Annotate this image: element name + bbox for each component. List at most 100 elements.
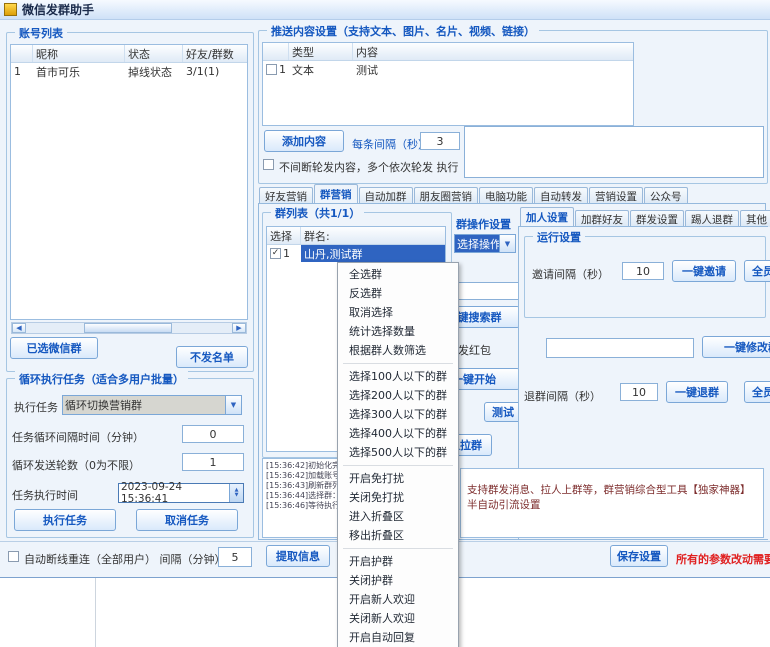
table-row[interactable]: 1 文本 测试 xyxy=(263,61,633,78)
group-row-index: 1 xyxy=(283,247,290,260)
tab-member-1[interactable]: 加人设置 xyxy=(520,207,574,227)
account-table-header: 昵称 状态 好友/群数 xyxy=(11,45,247,63)
menu-item[interactable]: 开启自动回复 xyxy=(338,628,458,647)
tab-member-3[interactable]: 群发设置 xyxy=(630,210,684,227)
content-row-type: 文本 xyxy=(289,62,353,78)
group-col-select: 选择 xyxy=(267,227,301,244)
scroll-thumb[interactable] xyxy=(84,323,172,333)
tab-main-2[interactable]: 群营销 xyxy=(314,184,358,204)
menu-item[interactable]: 统计选择数量 xyxy=(338,322,458,341)
task-time-value: 2023-09-24 15:36:41 xyxy=(119,481,229,505)
task-interval-label: 任务循环间隔时间（分钟） xyxy=(12,429,144,445)
content-row-content: 测试 xyxy=(353,62,633,78)
gap-input[interactable]: 3 xyxy=(420,132,460,150)
account-col-counts: 好友/群数 xyxy=(183,45,245,62)
task-time-input[interactable]: 2023-09-24 15:36:41 ▲▼ xyxy=(118,483,244,503)
tab-member-5[interactable]: 其他 xyxy=(740,210,770,227)
auto-reconnect-checkbox[interactable] xyxy=(8,551,19,562)
menu-item[interactable]: 关闭新人欢迎 xyxy=(338,609,458,628)
account-table[interactable]: 昵称 状态 好友/群数 1 首市可乐 掉线状态 3/1(1) xyxy=(10,44,248,320)
save-settings-button[interactable]: 保存设置 xyxy=(610,545,668,567)
task-select[interactable]: 循环切换营销群 ▼ xyxy=(62,395,242,415)
rename-input[interactable] xyxy=(546,338,694,358)
menu-item[interactable]: 反选群 xyxy=(338,284,458,303)
group-ops-select[interactable]: 选择操作 ▼ xyxy=(454,234,516,253)
quit-interval-label: 退群间隔（秒） xyxy=(524,388,601,404)
menu-item[interactable]: 开启新人欢迎 xyxy=(338,590,458,609)
loop-send-checkbox[interactable] xyxy=(263,159,274,170)
account-col-status: 状态 xyxy=(125,45,183,62)
tab-main-8[interactable]: 公众号 xyxy=(644,187,688,204)
account-col-index xyxy=(11,45,33,62)
group-ops-value: 选择操作 xyxy=(455,235,499,252)
account-row-index: 1 xyxy=(11,65,33,78)
menu-item[interactable]: 移出折叠区 xyxy=(338,526,458,545)
quit-button[interactable]: 一键退群 xyxy=(666,381,728,403)
tab-member-2[interactable]: 加群好友 xyxy=(575,210,629,227)
menu-item[interactable]: 选择500人以下的群 xyxy=(338,443,458,462)
scroll-right-icon[interactable]: ▶ xyxy=(232,323,246,333)
task-select-value: 循环切换营销群 xyxy=(63,396,225,414)
auto-reconnect-label: 自动断线重连（全部用户） 间隔（分钟） xyxy=(24,551,226,567)
test-button[interactable]: 测试 xyxy=(484,402,522,422)
menu-item[interactable]: 根据群人数筛选 xyxy=(338,341,458,360)
content-table[interactable]: 类型 内容 1 文本 测试 xyxy=(262,42,634,126)
menu-item[interactable]: 关闭免打扰 xyxy=(338,488,458,507)
content-col-index xyxy=(263,43,289,60)
invite-button[interactable]: 一键邀请 xyxy=(672,260,736,282)
task-rounds-label: 循环发送轮数（0为不限） xyxy=(12,457,140,473)
add-content-button[interactable]: 添加内容 xyxy=(264,130,344,152)
tab-main-3[interactable]: 自动加群 xyxy=(359,187,413,204)
invite-interval-input[interactable]: 10 xyxy=(622,262,664,280)
no-send-list-button[interactable]: 不发名单 xyxy=(176,346,248,368)
invite-interval-label: 邀请间隔（秒） xyxy=(532,266,609,282)
app-icon xyxy=(4,3,17,16)
tab-main-7[interactable]: 营销设置 xyxy=(589,187,643,204)
table-row[interactable]: 1 首市可乐 掉线状态 3/1(1) xyxy=(11,63,247,80)
title-bar[interactable]: 微信发群助手 xyxy=(0,0,770,20)
menu-item[interactable]: 选择200人以下的群 xyxy=(338,386,458,405)
cancel-task-button[interactable]: 取消任务 xyxy=(136,509,238,531)
task-interval-input[interactable]: 0 xyxy=(182,425,244,443)
tab-main-4[interactable]: 朋友圈营销 xyxy=(414,187,479,204)
menu-item[interactable]: 取消选择 xyxy=(338,303,458,322)
content-preview-box[interactable] xyxy=(464,126,764,178)
load-selected-groups-button[interactable]: 已选微信群 xyxy=(10,337,98,359)
menu-item[interactable]: 进入折叠区 xyxy=(338,507,458,526)
invite-all-button[interactable]: 全员邀请 xyxy=(744,260,770,282)
quit-interval-input[interactable]: 10 xyxy=(620,383,658,401)
main-tab-bar: 好友营销群营销自动加群朋友圈营销电脑功能自动转发营销设置公众号 xyxy=(259,184,688,204)
menu-item[interactable]: 关闭护群 xyxy=(338,571,458,590)
window-title: 微信发群助手 xyxy=(22,1,94,18)
group-row-checkbox[interactable]: ✓ xyxy=(270,248,281,259)
auto-reconnect-input[interactable]: 5 xyxy=(218,547,252,567)
menu-item[interactable]: 选择100人以下的群 xyxy=(338,367,458,386)
menu-item[interactable]: 选择300人以下的群 xyxy=(338,405,458,424)
group-table-header: 选择 群名: xyxy=(267,227,445,245)
spinner-icon[interactable]: ▲▼ xyxy=(229,484,243,502)
task-rounds-input[interactable]: 1 xyxy=(182,453,244,471)
tab-main-5[interactable]: 电脑功能 xyxy=(479,187,533,204)
menu-item[interactable]: 全选群 xyxy=(338,265,458,284)
chevron-down-icon[interactable]: ▼ xyxy=(225,396,241,414)
tab-member-4[interactable]: 踢人退群 xyxy=(685,210,739,227)
account-row-nick: 首市可乐 xyxy=(33,64,125,80)
tab-main-1[interactable]: 好友营销 xyxy=(259,187,313,204)
account-table-hscrollbar[interactable]: ◀ ▶ xyxy=(11,322,247,334)
background-edge-line xyxy=(95,578,96,647)
extract-info-button[interactable]: 提取信息 xyxy=(266,545,330,567)
content-panel-title: 推送内容设置（支持文本、图片、名片、视频、链接） xyxy=(267,23,539,39)
menu-separator xyxy=(343,363,453,364)
menu-item[interactable]: 开启免打扰 xyxy=(338,469,458,488)
tab-main-6[interactable]: 自动转发 xyxy=(534,187,588,204)
menu-item[interactable]: 开启护群 xyxy=(338,552,458,571)
table-row[interactable]: ✓ 1 山丹,测试群 xyxy=(267,245,445,262)
group-row-name[interactable]: 山丹,测试群 xyxy=(301,245,445,262)
quit-all-button[interactable]: 全员退群 xyxy=(744,381,770,403)
menu-item[interactable]: 选择400人以下的群 xyxy=(338,424,458,443)
scroll-left-icon[interactable]: ◀ xyxy=(12,323,26,333)
run-task-button[interactable]: 执行任务 xyxy=(14,509,116,531)
chevron-down-icon[interactable]: ▼ xyxy=(499,235,515,252)
content-row-checkbox[interactable] xyxy=(266,64,277,75)
rename-button[interactable]: 一键修改群名 xyxy=(702,336,770,358)
